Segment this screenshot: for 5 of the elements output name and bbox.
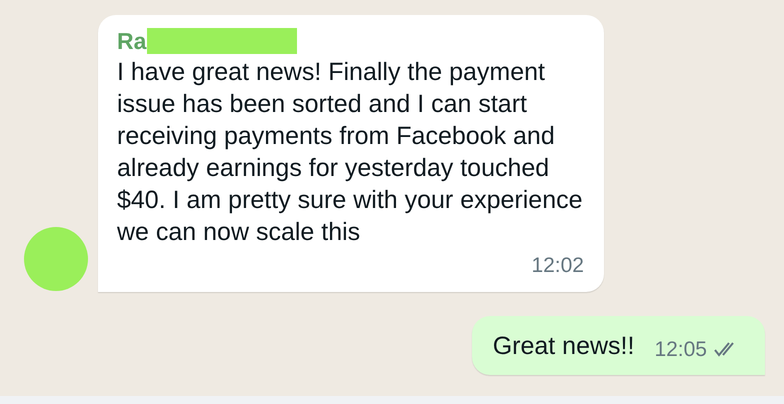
message-time: 12:02: [531, 253, 584, 279]
message-time: 12:05: [654, 336, 707, 362]
sender-name: Ra: [117, 26, 146, 56]
message-text: I have great news! Finally the payment issue has been sorted and I can start receiving payments from Facebook and already earnings for yesterday touched $40. I am pretty sure with your experience we can now scale this: [117, 57, 584, 248]
message-text: Great news!!: [492, 330, 634, 362]
